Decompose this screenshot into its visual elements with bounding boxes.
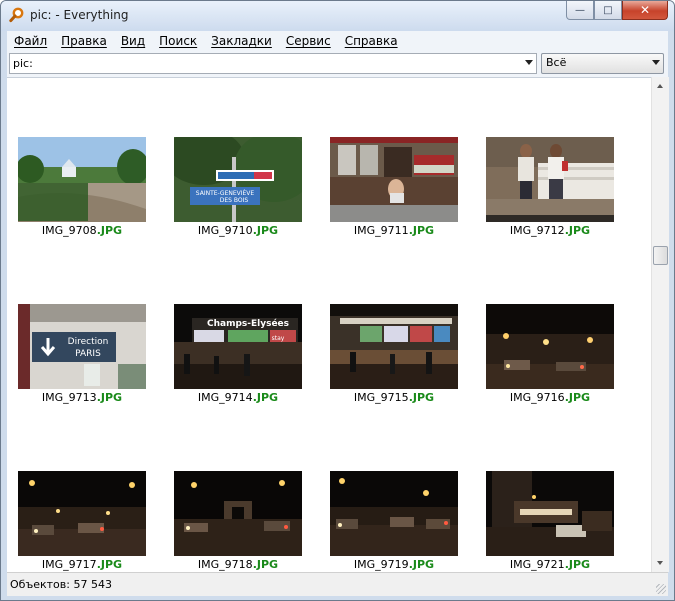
file-name: IMG_9713.JPG [41,391,123,404]
window-controls: — □ ✕ [566,1,668,21]
sign-direction-text: Direction [68,337,109,347]
maximize-icon: □ [603,4,613,16]
file-name: IMG_9712.JPG [509,224,591,237]
window-title: pic: - Everything [30,8,129,22]
search-box[interactable] [9,53,537,74]
menu-help[interactable]: Справка [338,34,405,48]
photo-night-street-thumbnail [486,304,614,389]
stay-text: stay [272,335,285,342]
file-name: IMG_9717.JPG [41,558,123,571]
thumbnail-item[interactable]: IMG_9715.JPG [319,304,469,414]
status-bar: Объектов: 57 543 [7,572,668,596]
close-icon: ✕ [639,3,651,17]
photo-bench-thumbnail [486,137,614,222]
photo-kiosk-thumbnail [330,137,458,222]
title-bar[interactable]: pic: - Everything — □ ✕ [1,1,674,31]
menu-file[interactable]: Файл [7,34,54,48]
file-name: IMG_9710.JPG [197,224,279,237]
close-button[interactable]: ✕ [622,1,668,20]
thumbnail-item[interactable]: Champs-Elysées stay IMG_9714.JPG [163,304,313,414]
thumbnail-item[interactable]: IMG_9718.JPG [163,471,313,573]
menu-search[interactable]: Поиск [152,34,204,48]
search-row: Всё [7,51,668,77]
thumbnail-item[interactable]: IMG_9717.JPG [7,471,157,573]
thumbnail-item[interactable]: IMG_9708.JPG [7,137,157,247]
photo-direction-sign-thumbnail: Direction PARIS [18,304,146,389]
photo-boulevard-night-thumbnail [330,471,458,556]
filter-dropdown[interactable]: Всё [541,53,664,74]
thumbnail-item[interactable]: IMG_9719.JPG [319,471,469,573]
maximize-button[interactable]: □ [594,1,622,20]
photo-park-thumbnail [18,137,146,222]
photo-night-avenue-thumbnail [18,471,146,556]
file-name: IMG_9711.JPG [353,224,435,237]
scroll-up-arrow-icon[interactable] [657,84,663,88]
photo-cinema-thumbnail [330,304,458,389]
file-name: IMG_9716.JPG [509,391,591,404]
sign-text-2: DES BOIS [220,197,249,204]
photo-storefront-night-thumbnail [486,471,614,556]
file-name: IMG_9719.JPG [353,558,435,571]
magnifier-icon [9,7,24,23]
thumbnail-item[interactable]: IMG_9721.JPG [475,471,625,573]
sign-text-1: SAINTE-GENEVIÈVE [196,189,255,197]
menu-bookmarks[interactable]: Закладки [204,34,279,48]
photo-champs-elysees-thumbnail: Champs-Elysées stay [174,304,302,389]
resize-grip-icon[interactable] [656,584,666,594]
thumbnail-item[interactable]: SAINTE-GENEVIÈVE DES BOIS IMG_9710.JPG [163,137,313,247]
chevron-down-icon [652,60,660,65]
scroll-thumb[interactable] [653,246,668,265]
file-name: IMG_9718.JPG [197,558,279,571]
file-name: IMG_9708.JPG [41,224,123,237]
minimize-icon: — [575,4,585,16]
menu-view[interactable]: Вид [114,34,152,48]
results-thumbnail-view[interactable]: IMG_9708.JPG SAINTE-GENEVIÈVE DES BOIS I… [7,77,651,573]
file-name: IMG_9715.JPG [353,391,435,404]
thumbnail-item[interactable]: Direction PARIS IMG_9713.JPG [7,304,157,414]
thumbnail-item[interactable]: IMG_9716.JPG [475,304,625,414]
search-history-arrow-icon[interactable] [525,60,533,65]
menu-edit[interactable]: Правка [54,34,114,48]
sign-paris-text: PARIS [75,349,101,359]
thumbnail-item[interactable]: IMG_9711.JPG [319,137,469,247]
object-count: Объектов: 57 543 [10,578,112,591]
app-window: pic: - Everything — □ ✕ Файл Правка Вид … [0,0,675,601]
menu-bar: Файл Правка Вид Поиск Закладки Сервис Сп… [7,31,668,52]
champs-elysees-text: Champs-Elysées [207,318,289,329]
vertical-scrollbar[interactable] [651,77,669,572]
search-input[interactable] [13,56,513,71]
menu-tools[interactable]: Сервис [279,34,338,48]
file-name: IMG_9714.JPG [197,391,279,404]
filter-selected: Всё [546,56,567,69]
file-name: IMG_9721.JPG [509,558,591,571]
scroll-down-arrow-icon[interactable] [657,561,663,565]
thumbnail-item[interactable]: IMG_9712.JPG [475,137,625,247]
photo-arc-night-thumbnail [174,471,302,556]
minimize-button[interactable]: — [566,1,594,20]
photo-street-sign-thumbnail: SAINTE-GENEVIÈVE DES BOIS [174,137,302,222]
